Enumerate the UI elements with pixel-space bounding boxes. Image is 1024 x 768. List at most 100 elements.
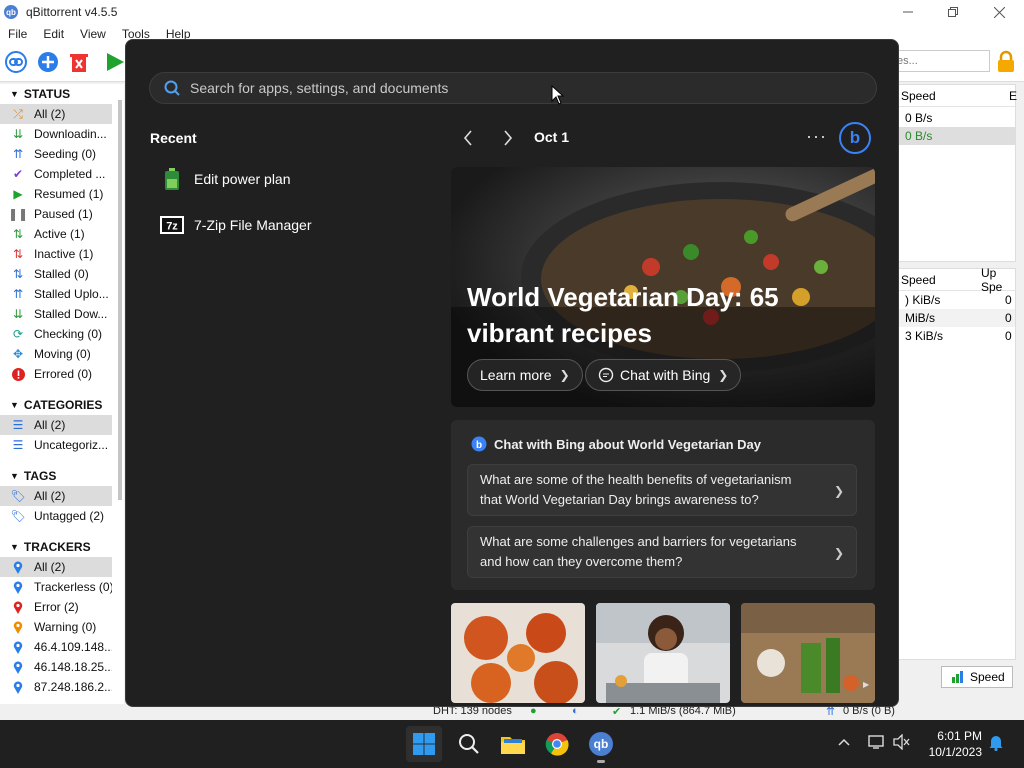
taskbar-search-button[interactable] (451, 726, 487, 762)
categories-header[interactable]: ▼ CATEGORIES (0, 395, 124, 415)
lock-button[interactable] (995, 50, 1017, 74)
maximize-button[interactable] (930, 0, 976, 24)
upload-icon: ⇈ (12, 147, 24, 161)
chevron-right-icon: ❯ (833, 546, 844, 560)
sidebar-item-tag-all[interactable]: 🏷 All (2) (0, 486, 112, 506)
chevron-down-icon: ▼ (10, 542, 19, 552)
scroll-right-icon[interactable]: ▶ (863, 680, 869, 689)
sidebar-item-paused[interactable]: ❚❚ Paused (1) (0, 204, 112, 224)
table-cell: 0 (1005, 329, 1012, 343)
table-row[interactable]: ) KiB/s 0 (899, 291, 1015, 309)
thumbnail-card[interactable] (596, 603, 730, 703)
start-search-bar[interactable] (149, 72, 877, 104)
thumbnail-card[interactable] (451, 603, 585, 703)
svg-text:b: b (476, 440, 482, 451)
transfer-list-panel: Speed E 0 B/s 0 B/s (898, 84, 1018, 262)
sidebar-item-active[interactable]: ⇅ Active (1) (0, 224, 112, 244)
tags-header[interactable]: ▼ TAGS (0, 466, 124, 486)
column-header-up-speed[interactable]: Up Spe (981, 266, 1015, 294)
hero-title[interactable]: World Vegetarian Day: 65 vibrant recipes (467, 279, 827, 351)
table-row[interactable]: 3 KiB/s 0 (899, 327, 1015, 345)
sidebar-item-category-all[interactable]: ☰ All (2) (0, 415, 112, 435)
column-header-speed[interactable]: Speed (901, 273, 936, 287)
column-header-speed[interactable]: Speed E (899, 85, 1018, 107)
recent-item-7zip[interactable]: 7z 7-Zip File Manager (160, 212, 312, 238)
pin-icon (10, 660, 26, 674)
recent-item-edit-power-plan[interactable]: Edit power plan (160, 166, 291, 192)
sidebar-item-downloading[interactable]: ⇊ Downloadin... (0, 124, 112, 144)
chevron-right-icon (504, 130, 513, 146)
recent-item-label: Edit power plan (194, 171, 291, 187)
chrome-button[interactable] (539, 726, 575, 762)
sidebar-item-label: Active (1) (34, 227, 85, 241)
sidebar-item-trackerless[interactable]: Trackerless (0) (0, 577, 112, 597)
menu-view[interactable]: View (72, 27, 114, 41)
status-header-label: STATUS (23, 87, 71, 101)
torrent-search-input[interactable]: es... (890, 50, 990, 72)
system-clock[interactable]: 6:01 PM 10/1/2023 (918, 728, 982, 760)
pin-icon (10, 560, 26, 574)
start-search-input[interactable] (190, 80, 850, 96)
sidebar-item-seeding[interactable]: ⇈ Seeding (0) (0, 144, 112, 164)
sidebar-item-stalled[interactable]: ⇅ Stalled (0) (0, 264, 112, 284)
sidebar-item-tracker[interactable]: 87.248.186.2.... (0, 677, 112, 697)
sidebar-item-tracker-all[interactable]: All (2) (0, 557, 112, 577)
next-arrow-button[interactable] (498, 128, 518, 148)
show-hidden-icons-button[interactable] (838, 734, 850, 749)
menu-file[interactable]: File (0, 27, 35, 41)
add-link-button[interactable] (5, 51, 27, 73)
speed-tab-button[interactable]: Speed (941, 666, 1013, 688)
minimize-button[interactable] (885, 0, 931, 24)
sidebar-item-checking[interactable]: ⟳ Checking (0) (0, 324, 112, 344)
file-explorer-button[interactable] (495, 726, 531, 762)
previous-arrow-button[interactable] (458, 128, 478, 148)
restore-icon (948, 7, 958, 17)
sidebar-item-moving[interactable]: ✥ Moving (0) (0, 344, 112, 364)
trackers-header[interactable]: ▼ TRACKERS (0, 537, 124, 557)
menu-edit[interactable]: Edit (35, 27, 72, 41)
resume-button[interactable] (104, 51, 126, 73)
status-header[interactable]: ▼ STATUS (0, 84, 124, 104)
table-row[interactable]: 0 B/s (899, 127, 1015, 145)
sidebar-item-stalled-downloading[interactable]: ⇊ Stalled Dow... (0, 304, 112, 324)
sidebar-item-errored[interactable]: Errored (0) (0, 364, 112, 384)
sidebar-scrollbar[interactable] (118, 100, 122, 500)
table-row[interactable]: MiB/s 0 (899, 309, 1015, 327)
folder-icon (501, 737, 525, 754)
sidebar-item-tracker[interactable]: 46.148.18.25.... (0, 657, 112, 677)
column-header-edge: E (1009, 88, 1018, 103)
chat-question[interactable]: What are some challenges and barriers fo… (467, 526, 857, 578)
close-button[interactable] (976, 0, 1022, 24)
sidebar-item-tracker-warning[interactable]: Warning (0) (0, 617, 112, 637)
chat-question[interactable]: What are some of the health benefits of … (467, 464, 857, 516)
learn-more-button[interactable]: Learn more ❯ (467, 359, 583, 391)
hero-card[interactable]: World Vegetarian Day: 65 vibrant recipes… (451, 167, 875, 407)
sidebar-item-inactive[interactable]: ⇅ Inactive (1) (0, 244, 112, 264)
sidebar-item-stalled-uploading[interactable]: ⇈ Stalled Uplo... (0, 284, 112, 304)
sidebar-item-label: 46.148.18.25.... (34, 660, 112, 674)
sidebar-item-all[interactable]: ⤮ All (2) (0, 104, 112, 124)
more-options-button[interactable]: ··· (806, 126, 827, 147)
sidebar-item-completed[interactable]: ✔ Completed ... (0, 164, 112, 184)
table-row[interactable]: 0 B/s (899, 109, 1015, 127)
search-icon (459, 734, 479, 754)
add-torrent-button[interactable] (37, 51, 59, 73)
thumbnail-card[interactable] (741, 603, 875, 703)
stalled-arrows-icon: ⇅ (12, 267, 24, 281)
sidebar-item-label: Moving (0) (34, 347, 91, 361)
start-button[interactable] (406, 726, 442, 762)
thumbnail-image (741, 603, 875, 703)
bing-icon[interactable]: b (839, 122, 871, 154)
qbittorrent-taskbar-button[interactable]: qb (583, 726, 619, 762)
sidebar-item-tracker[interactable]: 46.4.109.148.... (0, 637, 112, 657)
search-icon (164, 80, 180, 96)
sidebar-item-untagged[interactable]: 🏷 Untagged (2) (0, 506, 112, 526)
sidebar-item-resumed[interactable]: ▶ Resumed (1) (0, 184, 112, 204)
sidebar-item-tracker-error[interactable]: Error (2) (0, 597, 112, 617)
sidebar-item-uncategorized[interactable]: ☰ Uncategoriz... (0, 435, 112, 455)
volume-muted-icon[interactable] (893, 733, 911, 753)
network-icon[interactable] (868, 734, 886, 753)
delete-button[interactable] (68, 51, 90, 73)
chat-with-bing-button[interactable]: Chat with Bing ❯ (585, 359, 742, 391)
notifications-bell-icon[interactable] (988, 733, 1004, 754)
